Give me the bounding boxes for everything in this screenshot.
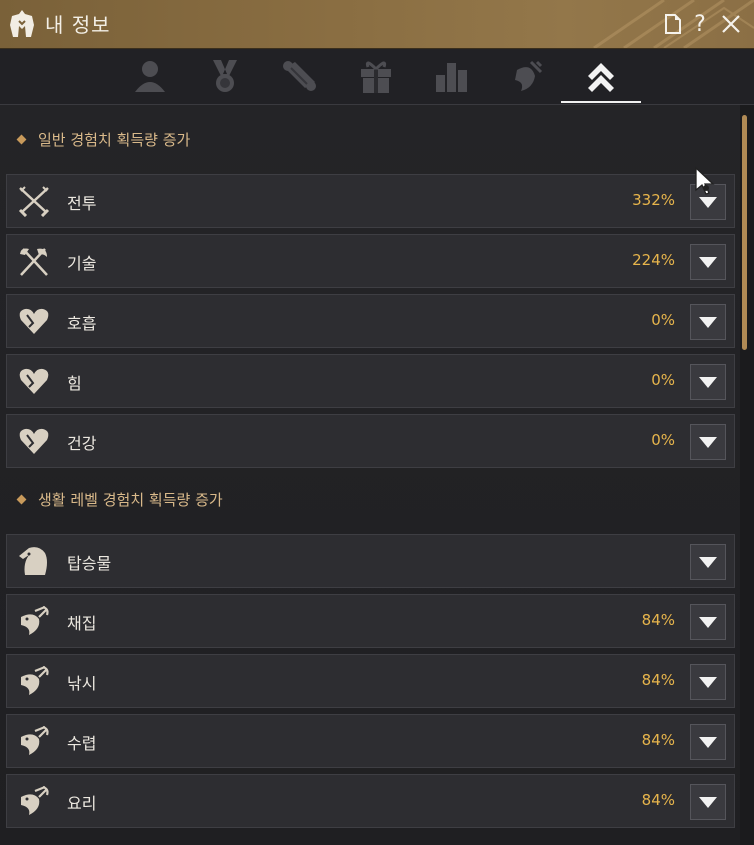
exp-row-mount[interactable]: 탑승물: [6, 534, 735, 588]
window-title: 내 정보: [45, 13, 111, 37]
helmet-logo-icon: [10, 10, 34, 37]
tab-life-skills[interactable]: [496, 49, 556, 103]
section-title: 일반 경험치 획득량 증가: [38, 130, 191, 149]
row-label: 탑승물: [67, 554, 112, 573]
row-value: 0%: [651, 371, 675, 389]
expand-dropdown-button[interactable]: [690, 604, 726, 640]
expand-dropdown-button[interactable]: [690, 304, 726, 340]
fish-pickaxe-icon: [21, 725, 49, 755]
row-value: 84%: [641, 791, 675, 809]
chevron-down-icon: [699, 676, 717, 688]
exp-row-fishing[interactable]: 낚시 84%: [6, 654, 735, 708]
row-value: 84%: [641, 671, 675, 689]
exp-row-health[interactable]: 건강 0%: [6, 414, 735, 468]
expand-dropdown-button[interactable]: [690, 544, 726, 580]
heart-icon: [19, 308, 49, 334]
scrollbar-thumb[interactable]: [742, 115, 747, 350]
person-icon: [135, 61, 165, 92]
chevron-down-icon: [699, 436, 717, 448]
axe-icon: [20, 248, 48, 276]
row-value: 224%: [632, 251, 675, 269]
chevron-down-icon: [699, 736, 717, 748]
gift-icon: [361, 61, 391, 93]
row-value: 0%: [651, 311, 675, 329]
exp-row-combat[interactable]: 전투 332%: [6, 174, 735, 228]
exp-row-breath[interactable]: 호흡 0%: [6, 294, 735, 348]
chevron-up-double-icon: [588, 63, 614, 92]
fish-icon: [515, 60, 543, 91]
tab-exp-bonus[interactable]: [561, 49, 641, 103]
section-header-general: 일반 경험치 획득량 증가: [16, 127, 191, 151]
row-value: 332%: [632, 191, 675, 209]
heart-icon: [19, 428, 49, 454]
help-button[interactable]: ?: [689, 11, 711, 37]
row-label: 건강: [67, 434, 97, 453]
fish-pickaxe-icon: [21, 665, 49, 695]
expand-dropdown-button[interactable]: [690, 724, 726, 760]
row-value: 0%: [651, 431, 675, 449]
chevron-down-icon: [699, 616, 717, 628]
expand-dropdown-button[interactable]: [690, 244, 726, 280]
exp-bonus-panel: 일반 경험치 획득량 증가 전투 332% 기술 224% 호흡 0% 힘 0%…: [0, 105, 740, 845]
row-value: 84%: [641, 611, 675, 629]
row-label: 요리: [67, 794, 97, 813]
row-label: 호흡: [67, 314, 97, 333]
document-button[interactable]: [662, 11, 684, 37]
fish-pickaxe-icon: [21, 785, 49, 815]
section-header-life: 생활 레벨 경험치 획득량 증가: [16, 487, 223, 511]
chevron-down-icon: [699, 196, 717, 208]
chevron-down-icon: [699, 796, 717, 808]
scroll-icon: [283, 61, 316, 91]
exp-row-strength[interactable]: 힘 0%: [6, 354, 735, 408]
tab-scroll[interactable]: [270, 49, 330, 103]
tab-medal[interactable]: [195, 49, 255, 103]
row-label: 전투: [67, 194, 97, 213]
horse-icon: [19, 547, 47, 575]
chevron-down-icon: [699, 376, 717, 388]
diamond-bullet-icon: [16, 134, 27, 144]
chevron-down-icon: [699, 556, 717, 568]
section-title: 생활 레벨 경험치 획득량 증가: [38, 490, 223, 509]
my-info-window: 내 정보 ? 일반 경험치 획득량 증가 전투 332% 기술 224% 호흡 …: [0, 0, 754, 845]
row-value: 84%: [641, 731, 675, 749]
tab-profile[interactable]: [120, 49, 180, 103]
bar-chart-icon: [436, 63, 467, 92]
chevron-down-icon: [699, 316, 717, 328]
fish-pickaxe-icon: [21, 605, 49, 635]
exp-row-cooking[interactable]: 요리 84%: [6, 774, 735, 828]
mouse-cursor-icon: [695, 166, 715, 195]
exp-row-hunting[interactable]: 수렵 84%: [6, 714, 735, 768]
expand-dropdown-button[interactable]: [690, 784, 726, 820]
heart-icon: [19, 368, 49, 394]
medal-icon: [213, 60, 237, 92]
row-label: 힘: [67, 374, 82, 393]
crossed-swords-icon: [18, 186, 50, 217]
tab-bar: [0, 49, 754, 105]
expand-dropdown-button[interactable]: [690, 364, 726, 400]
document-icon: [665, 14, 681, 34]
chevron-down-icon: [699, 256, 717, 268]
close-icon: [722, 15, 740, 33]
tab-gift[interactable]: [346, 49, 406, 103]
exp-row-gathering[interactable]: 채집 84%: [6, 594, 735, 648]
row-label: 채집: [67, 614, 97, 633]
row-label: 기술: [67, 254, 97, 273]
diamond-bullet-icon: [16, 494, 27, 504]
row-label: 낚시: [67, 674, 97, 693]
expand-dropdown-button[interactable]: [690, 424, 726, 460]
close-button[interactable]: [718, 11, 744, 37]
expand-dropdown-button[interactable]: [690, 664, 726, 700]
title-bar[interactable]: 내 정보 ?: [0, 0, 754, 49]
tab-stats[interactable]: [421, 49, 481, 103]
row-label: 수렵: [67, 734, 97, 753]
exp-row-skill[interactable]: 기술 224%: [6, 234, 735, 288]
